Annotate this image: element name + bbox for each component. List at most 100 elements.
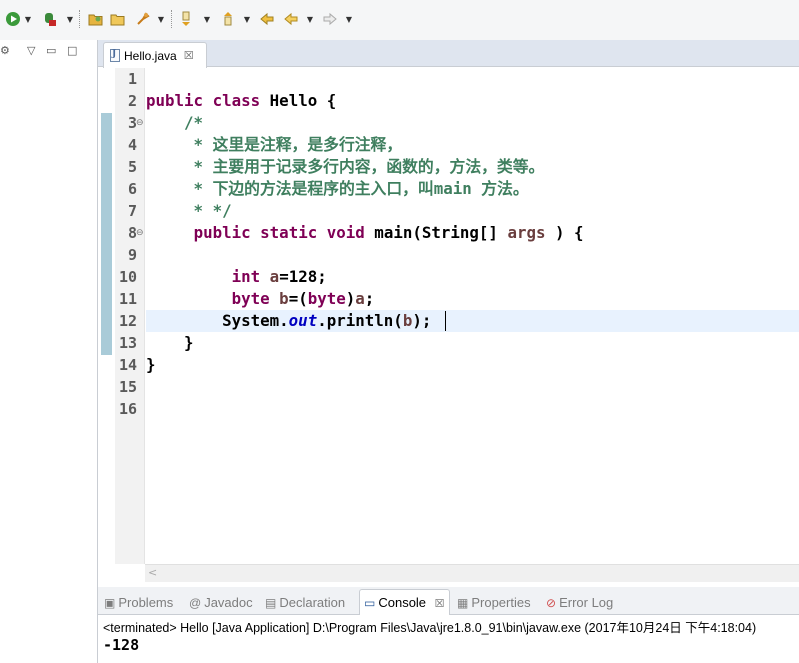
left-view: ⚙ ▽ ▭ □ [0, 40, 97, 663]
editor-tab-label: Hello.java [124, 48, 177, 63]
minimize-icon[interactable]: ▭ [46, 44, 56, 57]
next-annotation-dropdown-icon[interactable]: ▼ [203, 13, 211, 25]
code-line: public static void main(String[] args ) … [193, 223, 584, 242]
next-annotation-icon[interactable] [177, 10, 195, 28]
run-dropdown-icon[interactable]: ▼ [24, 13, 32, 25]
variable: a [355, 289, 365, 308]
forward-icon[interactable] [321, 10, 339, 28]
code-line: } [146, 355, 156, 374]
error-log-icon: ⊘ [546, 596, 557, 610]
view-menu-icon[interactable]: ⚙ [0, 44, 10, 57]
debug-icon[interactable] [40, 10, 58, 28]
variable: b [402, 311, 413, 330]
collapse-fold-icon[interactable]: ⊖ [136, 119, 145, 128]
keyword: void [326, 223, 365, 242]
code-line: * */ [146, 201, 232, 220]
code-line: * 这里是注释，是多行注释， [146, 135, 403, 154]
text-caret [445, 311, 446, 331]
keyword: static [260, 223, 318, 242]
debug-dropdown-icon[interactable]: ▼ [66, 13, 74, 25]
console-description: <terminated> Hello [Java Application] D:… [103, 621, 757, 635]
tab-properties[interactable]: ▦ Properties [457, 592, 531, 614]
horizontal-scrollbar[interactable]: < [145, 564, 799, 582]
back-icon[interactable] [282, 10, 300, 28]
keyword: class [212, 91, 261, 110]
back-dropdown-icon[interactable]: ▼ [306, 13, 314, 25]
code-editor: Hello.java ☒ 1 2 3 4 5 6 7 8 9 10 11 12 … [97, 40, 799, 582]
panel-tab-bar: ▣ Problems @ Javadoc ▤ Declaration ▭ Console… [98, 587, 799, 615]
open-file-icon[interactable] [109, 10, 127, 28]
line-number: 1 [127, 70, 137, 88]
line-number: 3 [127, 114, 137, 132]
tab-error-log[interactable]: ⊘ Error Log [546, 592, 613, 614]
code-line: * 主要用于记录多行内容，函数的，方法，类等。 [146, 157, 545, 176]
code-line: System.out.println(b); [146, 311, 432, 330]
problems-icon: ▣ [104, 596, 116, 610]
editor-tab-bar: Hello.java ☒ [98, 40, 799, 68]
keyword: int [231, 267, 261, 286]
close-tab-icon[interactable]: ☒ [435, 598, 445, 610]
close-tab-icon[interactable]: ☒ [184, 49, 194, 62]
tab-problems[interactable]: ▣ Problems [104, 592, 173, 614]
console-output[interactable]: -128 [103, 636, 139, 654]
line-number: 11 [118, 290, 137, 308]
tab-javadoc[interactable]: @ Javadoc [189, 592, 253, 614]
run-icon[interactable] [4, 10, 22, 28]
variable: a [269, 267, 280, 286]
code-line: public class Hello { [146, 91, 337, 110]
view-dropdown-icon[interactable]: ▽ [27, 44, 35, 57]
code-line: byte b=(byte)a; [231, 289, 375, 308]
collapse-fold-icon[interactable]: ⊖ [136, 229, 145, 238]
open-folder-icon[interactable] [87, 10, 105, 28]
bottom-panel: ▣ Problems @ Javadoc ▤ Declaration ▭ Console… [97, 582, 799, 663]
tab-label: Problems [118, 595, 174, 610]
at-icon: @ [189, 596, 202, 610]
line-number: 12 [118, 312, 137, 330]
tab-declaration[interactable]: ▤ Declaration [265, 592, 345, 614]
previous-annotation-icon[interactable] [219, 10, 237, 28]
line-number-gutter: 1 2 3 4 5 6 7 8 9 10 11 12 13 14 15 16 ⊖… [115, 68, 145, 564]
change-marker [101, 113, 112, 355]
static-field: out [288, 311, 318, 330]
tab-label: Error Log [559, 595, 614, 610]
keyword: byte [307, 289, 346, 308]
variable: b [279, 289, 289, 308]
pin-icon[interactable] [134, 10, 152, 28]
tab-label: Declaration [279, 595, 346, 610]
left-view-header: ⚙ ▽ ▭ □ [0, 40, 97, 64]
maximize-icon[interactable]: □ [67, 44, 77, 57]
line-number: 6 [127, 180, 137, 198]
main-toolbar: ▼ ▼ ▼ ▼ ▼ ▼ ▼ [0, 0, 799, 40]
keyword: byte [231, 289, 270, 308]
keyword: public [146, 91, 204, 110]
toolbar-separator [79, 10, 80, 28]
code-line: } [146, 333, 194, 352]
tab-label: Javadoc [204, 595, 253, 610]
line-number: 5 [127, 158, 137, 176]
line-number: 7 [127, 202, 137, 220]
forward-dropdown-icon[interactable]: ▼ [345, 13, 353, 25]
line-number: 2 [127, 92, 137, 110]
editor-tab-hello-java[interactable]: Hello.java ☒ [103, 42, 207, 68]
toolbar-separator [171, 10, 172, 28]
tab-console[interactable]: ▭ Console ☒ [359, 589, 450, 615]
pin-dropdown-icon[interactable]: ▼ [157, 13, 165, 25]
line-number: 16 [118, 400, 137, 418]
keyword: public [193, 223, 251, 242]
scroll-left-icon[interactable]: < [148, 566, 157, 579]
variable: args [507, 223, 546, 242]
overview-ruler [101, 68, 115, 564]
console-icon: ▭ [364, 596, 376, 610]
line-number: 15 [118, 378, 137, 396]
previous-annotation-dropdown-icon[interactable]: ▼ [243, 13, 251, 25]
tab-label: Console [378, 595, 427, 610]
line-number: 10 [118, 268, 137, 286]
last-edit-icon[interactable] [258, 10, 276, 28]
java-file-icon [110, 49, 120, 62]
code-area[interactable]: 1 2 3 4 5 6 7 8 9 10 11 12 13 14 15 16 ⊖… [98, 68, 799, 564]
tab-label: Properties [471, 595, 531, 610]
properties-icon: ▦ [457, 596, 469, 610]
code-line: int a=128; [231, 267, 327, 286]
line-number: 9 [127, 246, 137, 264]
declaration-icon: ▤ [265, 596, 277, 610]
